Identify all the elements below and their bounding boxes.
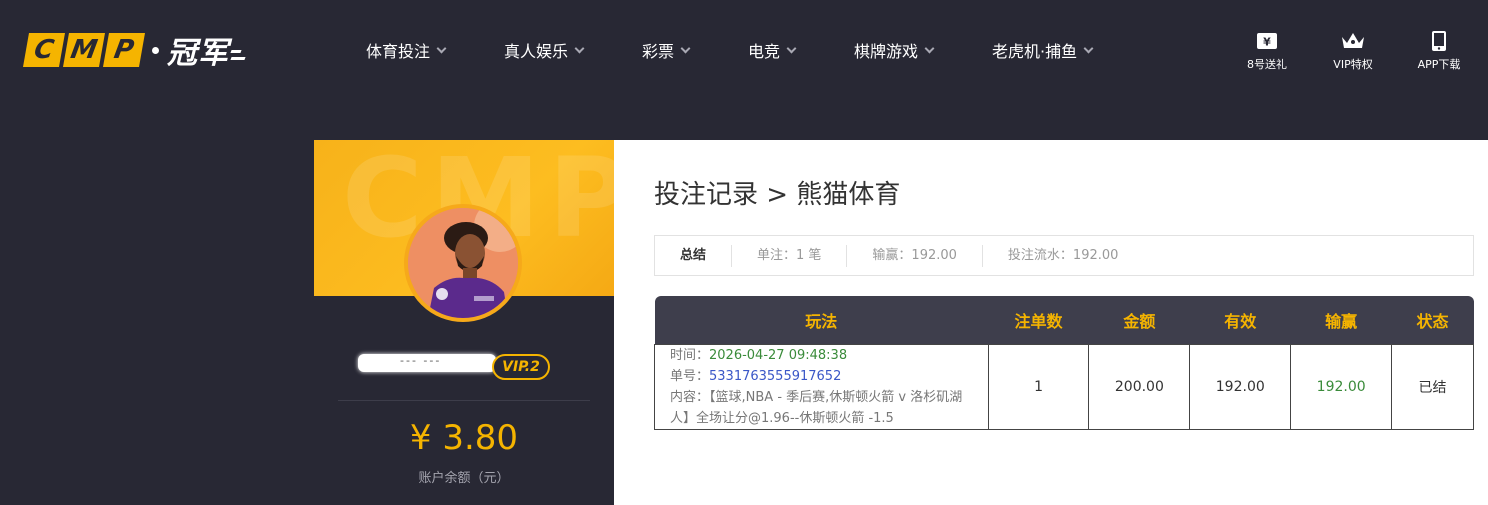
username-text: --- ---: [400, 354, 442, 367]
col-header-bet-count: 注单数: [988, 296, 1089, 344]
top-links: ¥ 8号送礼 VIP特权 APP下载: [1224, 30, 1482, 72]
bet-valid-cell: 192.00: [1189, 343, 1292, 430]
col-header-status: 状态: [1391, 296, 1474, 344]
vip-link[interactable]: VIP特权: [1310, 30, 1396, 72]
bet-status-cell: 已结: [1391, 343, 1474, 430]
bet-order-line: 单号：5331763555917652: [670, 366, 976, 387]
logo-letter-p: P: [103, 33, 145, 67]
bet-time-line: 时间：2026-04-27 09:48:38: [670, 345, 976, 366]
nav-label: 老虎机·捕鱼: [992, 42, 1078, 61]
app-download-label: APP下载: [1417, 58, 1461, 71]
chevron-down-icon: [924, 43, 935, 53]
user-card: CMP --- --- VIP.2 ¥ 3.80 账户余额（元）: [314, 140, 614, 505]
avatar-image: [408, 208, 518, 318]
nav-item-card-games[interactable]: 棋牌游戏: [854, 38, 992, 62]
bet-amount-cell: 200.00: [1088, 343, 1191, 430]
nav-item-sports[interactable]: 体育投注: [366, 38, 504, 62]
nav-label: 体育投注: [366, 42, 431, 61]
balance-amount: ¥ 3.80: [409, 418, 519, 458]
logo-letter-c: C: [23, 33, 65, 67]
chevron-down-icon: [1083, 43, 1094, 53]
phone-icon: [1430, 30, 1448, 52]
username-masked: --- ---: [358, 354, 496, 372]
summary-bet-count: 单注：1 笔: [732, 244, 848, 267]
nav-item-live-casino[interactable]: 真人娱乐: [504, 38, 642, 62]
order-label: 单号：: [670, 368, 710, 384]
bet-time: 2026-04-27 09:48:38: [709, 347, 848, 363]
table-row[interactable]: 时间：2026-04-27 09:48:38 单号：53317635559176…: [654, 343, 1474, 430]
vip-link-label: VIP特权: [1333, 58, 1373, 71]
nav-label: 棋牌游戏: [854, 42, 919, 61]
ticket-icon: ¥: [1256, 30, 1278, 52]
avatar[interactable]: [404, 204, 522, 322]
table-header-row: 玩法 注单数 金额 有效 输赢 状态: [654, 296, 1474, 344]
logo-letter-m: M: [63, 33, 105, 67]
gift-link-label: 8号送礼: [1247, 58, 1287, 71]
col-header-valid: 有效: [1189, 296, 1291, 344]
main-nav: 体育投注 真人娱乐 彩票 电竞 棋牌游戏 老虎机·捕鱼: [366, 38, 1142, 62]
col-header-winloss: 输赢: [1290, 296, 1392, 344]
summary-winloss: 输赢：192.00: [847, 244, 983, 267]
nav-item-lottery[interactable]: 彩票: [642, 38, 748, 62]
chevron-down-icon: [786, 43, 797, 53]
chevron-down-icon: [680, 43, 691, 53]
gift-link[interactable]: ¥ 8号送礼: [1224, 30, 1310, 72]
bet-info-cell: 时间：2026-04-27 09:48:38 单号：53317635559176…: [654, 343, 989, 430]
balance-label: 账户余额（元）: [418, 471, 510, 486]
content-label: 内容：: [670, 389, 710, 405]
nav-label: 电竞: [748, 42, 781, 61]
bet-count-cell: 1: [987, 343, 1090, 430]
bet-content-line: 内容：【篮球,NBA - 季后赛,休斯顿火箭 v 洛杉矶湖人】全场让分@1.96…: [670, 387, 976, 429]
bet-records-panel: 投注记录 > 熊猫体育 总结 单注：1 笔 输赢：192.00 投注流水：192…: [614, 140, 1488, 505]
svg-text:¥: ¥: [1263, 36, 1271, 49]
col-header-amount: 金额: [1088, 296, 1190, 344]
chevron-down-icon: [436, 43, 447, 53]
logo[interactable]: C M P 冠军: [23, 30, 246, 71]
summary-label: 总结: [655, 244, 733, 267]
bet-records-table: 玩法 注单数 金额 有效 输赢 状态 时间：2026-04-27 09:48:3…: [654, 296, 1474, 430]
crown-icon: [1340, 30, 1366, 52]
logo-cn-text: 冠军: [167, 36, 229, 71]
nav-label: 真人娱乐: [504, 42, 569, 61]
divider: [338, 400, 590, 401]
bet-order-number[interactable]: 5331763555917652: [709, 369, 841, 384]
app-download-link[interactable]: APP下载: [1396, 30, 1482, 72]
bet-winloss-cell: 192.00: [1290, 343, 1393, 430]
top-bar: C M P 冠军 体育投注 真人娱乐 彩票 电竞 棋牌游戏 老虎机·捕鱼 ¥ 8…: [0, 0, 1488, 100]
username-row: --- --- VIP.2: [358, 346, 578, 380]
vip-badge: VIP.2: [492, 354, 550, 380]
summary-bar: 总结 单注：1 笔 输赢：192.00 投注流水：192.00: [654, 235, 1474, 276]
bet-content: 【篮球,NBA - 季后赛,休斯顿火箭 v 洛杉矶湖人】全场让分@1.96--休…: [670, 389, 963, 426]
logo-letters: C M P: [23, 33, 145, 67]
logo-dot: [152, 46, 159, 54]
page-title: 投注记录 > 熊猫体育: [654, 180, 901, 210]
nav-label: 彩票: [642, 42, 675, 61]
logo-tail-lines: [230, 50, 246, 60]
chevron-down-icon: [574, 43, 585, 53]
col-header-bet-type: 玩法: [654, 296, 989, 344]
summary-turnover: 投注流水：192.00: [1007, 247, 1119, 263]
nav-item-slots-fishing[interactable]: 老虎机·捕鱼: [992, 38, 1142, 62]
nav-item-esports[interactable]: 电竞: [748, 38, 854, 62]
time-label: 时间：: [670, 347, 710, 363]
